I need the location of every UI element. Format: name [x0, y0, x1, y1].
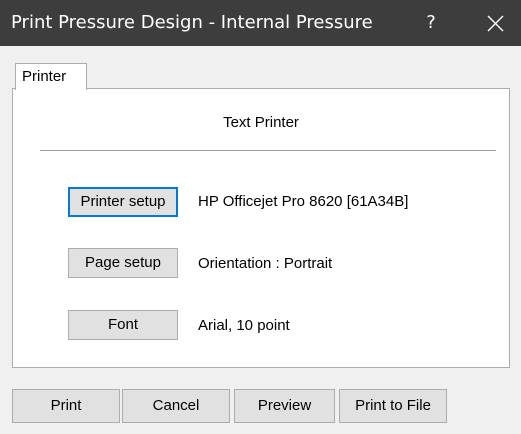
tab-printer[interactable]: Printer: [15, 63, 87, 90]
printer-setup-button-label: Printer setup: [80, 193, 166, 210]
preview-button[interactable]: Preview: [234, 389, 335, 423]
close-icon: [487, 15, 504, 32]
print-button[interactable]: Print: [12, 389, 120, 423]
page-setup-button-label: Page setup: [85, 254, 161, 271]
panel-heading: Text Printer: [223, 114, 299, 131]
font-button[interactable]: Font: [68, 310, 178, 340]
window-title: Print Pressure Design - Internal Pressur…: [11, 12, 373, 33]
printer-name-value: HP Officejet Pro 8620 [61A34B]: [198, 193, 409, 210]
divider: [40, 150, 496, 151]
print-dialog: Print Pressure Design - Internal Pressur…: [0, 0, 521, 434]
font-value: Arial, 10 point: [198, 317, 290, 334]
tab-printer-label: Printer: [22, 68, 67, 85]
printer-setup-button[interactable]: Printer setup: [68, 187, 178, 217]
font-button-label: Font: [107, 316, 138, 333]
orientation-value: Orientation : Portrait: [198, 255, 333, 272]
title-bar: Print Pressure Design - Internal Pressur…: [0, 0, 521, 46]
cancel-button[interactable]: Cancel: [122, 389, 230, 423]
help-button[interactable]: ?: [408, 0, 454, 46]
printer-tab-panel: Text Printer Printer setup HP Officejet …: [12, 88, 510, 368]
print-to-file-button[interactable]: Print to File: [339, 389, 447, 423]
close-button[interactable]: [472, 0, 518, 46]
page-setup-button[interactable]: Page setup: [68, 248, 178, 278]
